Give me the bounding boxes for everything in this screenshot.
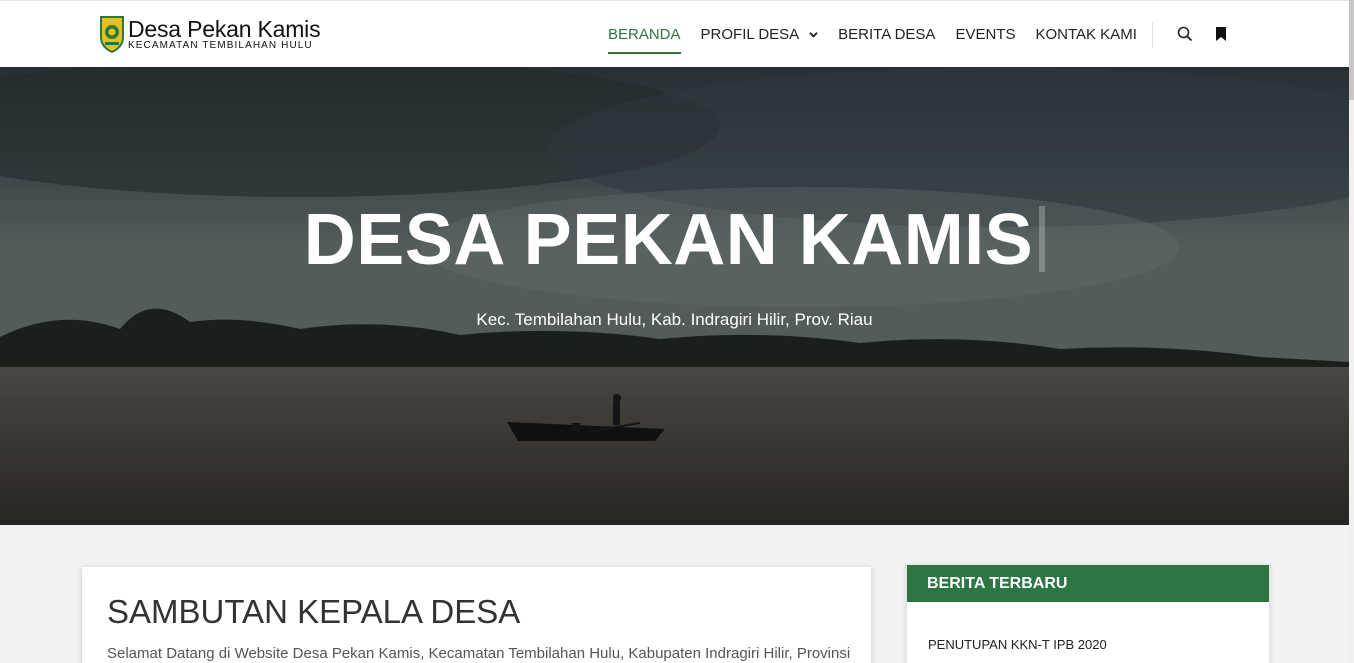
bookmark-button[interactable] (1212, 25, 1230, 43)
main-nav: BERANDA PROFIL DESA BERITA DESA EVENTS K… (608, 1, 1157, 68)
nav-item-beranda[interactable]: BERANDA (608, 1, 681, 68)
latest-news-heading: BERITA TERBARU (907, 565, 1269, 602)
nav-item-profil-desa[interactable]: PROFIL DESA (701, 1, 819, 68)
search-icon (1177, 26, 1193, 42)
scrollbar-thumb[interactable] (1349, 0, 1354, 100)
hero-subtitle: Kec. Tembilahan Hulu, Kab. Indragiri Hil… (476, 310, 873, 329)
hero-title-text: DESA PEKAN KAMIS (303, 200, 1034, 280)
hero-title: DESA PEKAN KAMIS (0, 199, 1349, 281)
nav-divider (1152, 22, 1153, 48)
emblem-icon (100, 16, 124, 53)
site-logo[interactable]: Desa Pekan Kamis KECAMATAN TEMBILAHAN HU… (99, 15, 321, 53)
latest-news-widget: BERITA TERBARU PENUTUPAN KKN-T IPB 2020 (907, 565, 1269, 663)
brand-subtitle: KECAMATAN TEMBILAHAN HULU (128, 40, 313, 51)
welcome-text: Selamat Datang di Website Desa Pekan Kam… (107, 645, 851, 662)
nav-item-berita-desa[interactable]: BERITA DESA (838, 1, 935, 68)
nav-item-kontak-kami[interactable]: KONTAK KAMI (1035, 1, 1136, 68)
hero-banner: DESA PEKAN KAMIS Kec. Tembilahan Hulu, K… (0, 67, 1349, 525)
brand-title: Desa Pekan Kamis (128, 16, 321, 42)
chevron-down-icon (809, 32, 818, 38)
hero-overlay (0, 67, 1349, 525)
news-link[interactable]: PENUTUPAN KKN-T IPB 2020 (928, 637, 1107, 652)
site-header: Desa Pekan Kamis KECAMATAN TEMBILAHAN HU… (0, 0, 1349, 67)
nav-item-events[interactable]: EVENTS (955, 1, 1015, 68)
welcome-card: SAMBUTAN KEPALA DESA Selamat Datang di W… (82, 567, 871, 663)
page-scrollbar[interactable] (1349, 0, 1354, 663)
typing-cursor (1039, 206, 1046, 272)
search-button[interactable] (1176, 25, 1194, 43)
nav-item-label: PROFIL DESA (700, 26, 800, 43)
welcome-title: SAMBUTAN KEPALA DESA (107, 593, 521, 630)
bookmark-icon (1216, 27, 1226, 41)
